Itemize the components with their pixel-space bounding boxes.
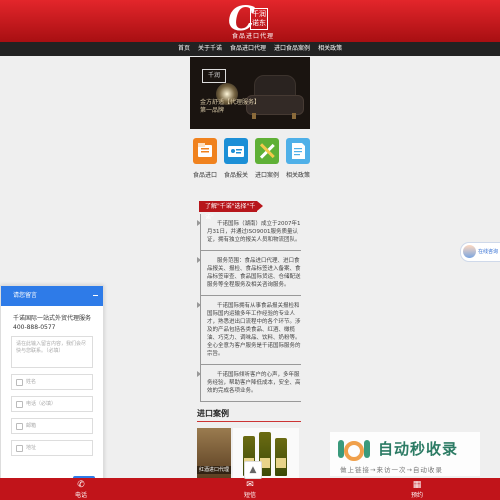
- footer-sms[interactable]: ✉ 短信: [235, 480, 265, 499]
- phone-field[interactable]: 电话（必填）: [11, 396, 93, 412]
- intro-paragraph: 千诺国际（湖南）成立于2007年1月31日，并通过ISO9001服务质量认证，拥…: [197, 214, 301, 251]
- message-textarea[interactable]: 请在此输入留言内容，我们会尽快与您联系。（必填）: [11, 336, 93, 368]
- folder-icon: [193, 138, 217, 164]
- phone-icon: ✆: [77, 480, 85, 490]
- service-label: 相关政策: [285, 172, 310, 179]
- service-label: 进口案例: [254, 172, 279, 179]
- cases-title: 进口案例: [197, 409, 229, 418]
- intro-paragraph: 服务范围：食品进口代理、进口食品报关、报检、食品标签进入备案、食品标签审查、食品…: [197, 251, 301, 296]
- name-field[interactable]: 姓名: [11, 374, 93, 390]
- tools-icon: [255, 138, 279, 164]
- form-header: 请您留言: [1, 286, 103, 306]
- banner-tag: 千润: [202, 69, 226, 83]
- watermark-overlay: 自动秒收录 做上链接→来访一次→自动收录: [330, 432, 480, 476]
- watermark-subtitle: 做上链接→来访一次→自动收录: [340, 466, 443, 474]
- nav-item-cases[interactable]: 进口食品案例: [274, 42, 310, 56]
- scroll-top-button[interactable]: ▲: [244, 461, 262, 479]
- agent-avatar: [463, 245, 476, 258]
- calendar-icon: ▦: [412, 480, 422, 490]
- service-label: 食品进口: [192, 172, 217, 179]
- banner-line-1: 金方舒适【代理服务】: [200, 99, 261, 106]
- service-label: 食品报关: [223, 172, 248, 179]
- nav-item-about[interactable]: 关于千诺: [198, 42, 222, 56]
- footer-booking[interactable]: ▦ 预约: [402, 480, 432, 499]
- minimize-icon[interactable]: [93, 295, 98, 296]
- watermark-title: 自动秒收录: [378, 440, 459, 458]
- hero-banner[interactable]: 千润 金方舒适【代理服务】 第一品牌: [190, 57, 310, 129]
- banner-line-2: 第一品牌: [200, 107, 225, 114]
- form-title: 请您留言: [13, 292, 38, 299]
- footer-phone[interactable]: ✆ 电话: [66, 480, 96, 499]
- main-nav: 首页 关于千诺 食品进口代理 进口食品案例 相关政策: [0, 42, 500, 56]
- footer-label: 短信: [243, 492, 256, 499]
- nav-item-policy[interactable]: 相关政策: [318, 42, 342, 56]
- service-icons: 食品进口 食品报关 进口案例 相关政策: [193, 138, 310, 179]
- email-field[interactable]: 邮箱: [11, 418, 93, 434]
- intro-paragraph: 千诺国际倾听客户的心声，多年服务经验，帮助客户降低成本，安全、高效的完成各项业务…: [197, 365, 301, 402]
- message-form: 请您留言 千诺国际一站式外贸代理服务400-888-0577 请在此输入留言内容…: [0, 285, 104, 497]
- intro-ribbon: 了解"千诺"选择"千诺": [199, 201, 263, 221]
- banner-caption: 金方舒适【代理服务】 第一品牌: [200, 99, 260, 115]
- intro-article: 千诺国际（湖南）成立于2007年1月31日，并通过ISO9001服务质量认证，拥…: [197, 214, 301, 402]
- document-icon: [286, 138, 310, 164]
- footer-label: 预约: [410, 492, 423, 499]
- intro-paragraph: 千诺国际拥有从事食品报关报检和国际国内运输多年工作经验的专业人才，熟悉进出口流程…: [197, 296, 301, 365]
- watermark-logo-icon: [338, 440, 370, 461]
- logo-box-text: 千润诺东: [250, 8, 268, 30]
- nav-item-home[interactable]: 首页: [178, 42, 190, 56]
- footer-label: 电话: [74, 492, 87, 499]
- online-consult-label: 在线咨询: [478, 249, 499, 255]
- case-image-olive-oil[interactable]: [233, 428, 299, 478]
- cases-divider: [197, 421, 301, 422]
- online-consult-button[interactable]: 在线咨询: [460, 242, 500, 262]
- message-icon: ✉: [246, 480, 254, 490]
- service-food-import[interactable]: 食品进口: [193, 138, 217, 179]
- service-import-cases[interactable]: 进口案例: [255, 138, 279, 179]
- service-policy[interactable]: 相关政策: [286, 138, 310, 179]
- address-field[interactable]: 地址: [11, 440, 93, 456]
- bottle-image: [275, 438, 287, 476]
- arrow-up-icon: ▲: [249, 465, 257, 475]
- logo-subtitle: 食品进口代理: [232, 33, 275, 40]
- service-food-customs[interactable]: 食品报关: [224, 138, 248, 179]
- id-card-icon: [224, 138, 248, 164]
- nav-item-import-agency[interactable]: 食品进口代理: [230, 42, 266, 56]
- form-description: 千诺国际一站式外贸代理服务400-888-0577: [13, 315, 92, 331]
- bottom-action-bar: ✆ 电话 ✉ 短信 ▦ 预约: [0, 478, 500, 500]
- case-caption: 红酒进口代理: [197, 466, 231, 474]
